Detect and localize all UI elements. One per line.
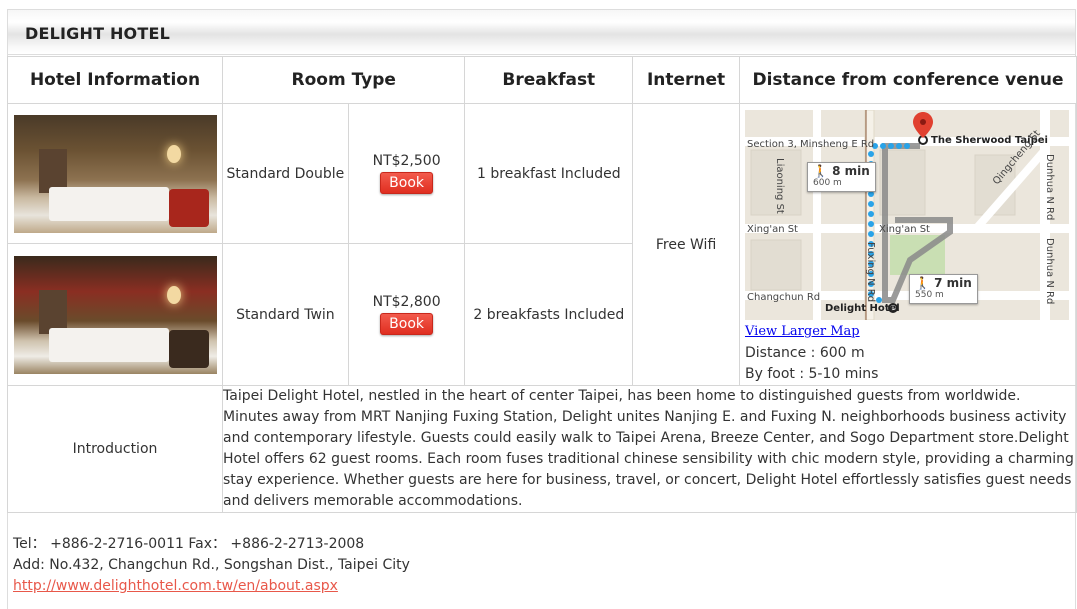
address: Add: No.432, Changchun Rd., Songshan Dis…	[13, 557, 410, 573]
book-button[interactable]: Book	[380, 172, 434, 195]
room-type-double: Standard Double	[222, 102, 349, 245]
map-label-fuxing: Fuxing N Rd	[865, 242, 876, 303]
room-photo-double[interactable]	[14, 114, 217, 233]
map-label-xingan-mid: Xing'an St	[879, 224, 930, 235]
header-hotel-info: Hotel Information	[7, 56, 223, 104]
walk-callout-1: 🚶 8 min 600 m	[807, 162, 876, 192]
map-label-delight: Delight Hotel	[825, 303, 900, 314]
header-distance: Distance from conference venue	[739, 56, 1077, 104]
by-foot-text: By foot : 5-10 mins	[745, 366, 879, 382]
hotel-title-bar: DELIGHT HOTEL	[7, 9, 1076, 55]
walk-callout-2: 🚶 7 min 550 m	[909, 274, 978, 304]
map-label-liaoning: Liaoning St	[774, 158, 785, 214]
distance-text: Distance : 600 m	[745, 345, 865, 361]
map-label-dunhua-bottom: Dunhua N Rd	[1044, 238, 1055, 305]
intro-label: Introduction	[7, 385, 223, 513]
contact-info: Tel： +886-2-2716-0011 Fax： +886-2-2713-2…	[13, 534, 410, 597]
room-price: NT$2,800	[372, 294, 441, 311]
room-photo-twin[interactable]	[14, 255, 217, 374]
room-photo-cell	[7, 243, 223, 386]
view-larger-map-link[interactable]: View Larger Map	[745, 324, 1076, 339]
location-map[interactable]: Section 3, Minsheng E Rd The Sherwood Ta…	[745, 110, 1069, 320]
price-cell: NT$2,800 Book	[347, 243, 466, 386]
distance-cell: Section 3, Minsheng E Rd The Sherwood Ta…	[739, 103, 1077, 386]
distance-info: Distance : 600 m By foot : 5-10 mins	[745, 343, 1076, 385]
hotel-table: Hotel Information Room Type Breakfast In…	[7, 56, 1077, 513]
book-button[interactable]: Book	[380, 313, 434, 336]
header-breakfast: Breakfast	[464, 56, 634, 104]
breakfast-cell: 1 breakfast Included	[464, 102, 634, 245]
price-cell: NT$2,500 Book	[347, 102, 466, 245]
room-price: NT$2,500	[372, 153, 441, 170]
internet-cell: Free Wifi	[632, 103, 740, 386]
room-photo-cell	[7, 102, 223, 245]
room-row: Standard Double NT$2,500 Book 1 breakfas…	[7, 102, 1077, 386]
intro-row: Introduction Taipei Delight Hotel, nestl…	[7, 385, 1077, 513]
room-type-twin: Standard Twin	[222, 243, 349, 386]
walk-distance-2: 550 m	[915, 290, 944, 300]
header-room-type: Room Type	[221, 56, 466, 104]
walk-icon: 🚶	[915, 276, 930, 290]
header-row: Hotel Information Room Type Breakfast In…	[7, 56, 1077, 104]
map-label-changchun: Changchun Rd	[747, 292, 821, 303]
map-label-xingan-left: Xing'an St	[747, 224, 798, 235]
map-label-section3: Section 3, Minsheng E Rd	[747, 139, 875, 150]
map-label-dunhua-top: Dunhua N Rd	[1044, 154, 1055, 221]
tel-fax: Tel： +886-2-2716-0011 Fax： +886-2-2713-2…	[13, 536, 365, 552]
walk-distance-1: 600 m	[813, 178, 842, 188]
breakfast-cell: 2 breakfasts Included	[464, 243, 634, 386]
website-link[interactable]: http://www.delighthotel.com.tw/en/about.…	[13, 578, 338, 594]
walk-time-2: 7 min	[934, 276, 972, 290]
header-internet: Internet	[632, 56, 740, 104]
walk-icon: 🚶	[813, 164, 828, 178]
hotel-name: DELIGHT HOTEL	[25, 24, 170, 43]
intro-text: Taipei Delight Hotel, nestled in the hea…	[222, 385, 1077, 513]
walk-time-1: 8 min	[832, 164, 870, 178]
